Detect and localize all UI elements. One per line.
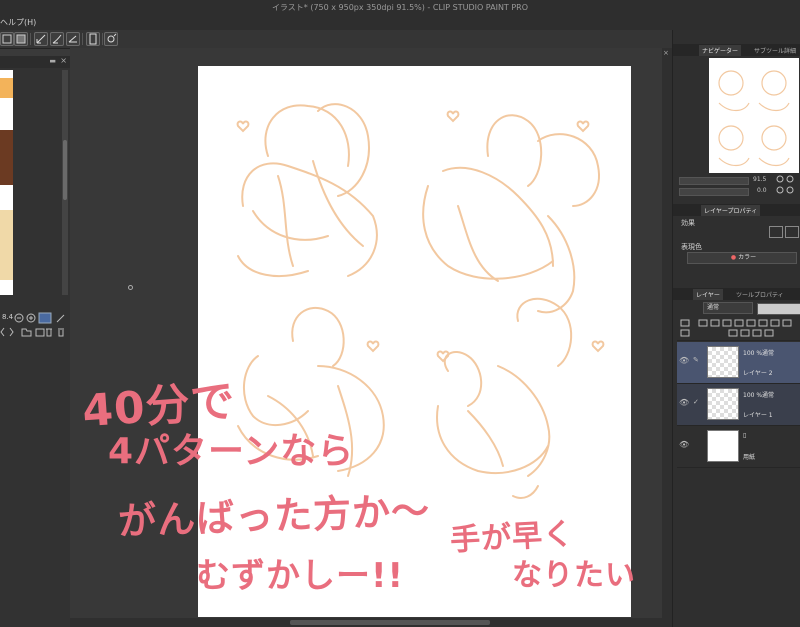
layer-row-2[interactable]: 👁 ✎ 100 %通常 レイヤー 2 — [677, 342, 800, 384]
close-icon[interactable]: × — [663, 49, 669, 57]
title-bar: イラスト* (750 x 950px 350dpi 91.5%) - CLIP … — [0, 0, 800, 16]
effect-buttons[interactable] — [769, 226, 799, 238]
left-panel-zoom-row: 8.4 — [0, 310, 70, 326]
square-filled-icon[interactable] — [14, 32, 28, 46]
layers-tabbar: レイヤー ツールプロパティ — [673, 288, 800, 300]
minimize-icon[interactable]: ▬ — [49, 57, 56, 65]
left-panel-header: ▬ × — [0, 56, 70, 68]
layer-name: 用紙 — [743, 454, 756, 461]
menu-bar: ヘルプ(H) — [0, 16, 800, 30]
blend-mode-select[interactable]: 通常 — [703, 302, 753, 314]
command-bar — [0, 30, 680, 49]
device-icon[interactable] — [86, 32, 100, 46]
navigator-rotate: 0.0 — [757, 187, 767, 194]
tab-layer-property[interactable]: レイヤープロパティ — [701, 205, 761, 216]
caption-line-2: 4パターンなら — [108, 431, 355, 472]
zoom-value: 8.4 — [2, 313, 14, 321]
square-icon[interactable] — [0, 32, 14, 46]
color-label: 表現色 — [681, 243, 702, 251]
palette-icon: ● — [730, 254, 737, 261]
tab-navigator[interactable]: ナビゲーター — [699, 45, 742, 56]
canvas-horizontal-scrollbar[interactable] — [70, 618, 672, 627]
layer-mode: 100 %通常 — [743, 350, 775, 357]
tab-sub-tool-detail[interactable]: サブツール詳細 — [751, 45, 799, 56]
layer-row-1[interactable]: 👁 ✓ 100 %通常 レイヤー 1 — [677, 384, 800, 426]
layer-thumbnail — [707, 346, 739, 378]
layer-property-tabbar: レイヤープロパティ — [673, 204, 800, 216]
material-preview — [0, 70, 13, 295]
window-title: イラスト* (750 x 950px 350dpi 91.5%) - CLIP … — [271, 3, 529, 12]
caption-line-4: むずかしー!! — [196, 556, 405, 596]
layer-toolbar — [677, 316, 800, 341]
rotate-slider[interactable] — [679, 188, 749, 196]
layer-mode: 100 %通常 — [743, 392, 775, 399]
ruler-icon[interactable] — [66, 32, 80, 46]
toolbar-divider — [102, 33, 103, 45]
toolbar-divider — [82, 33, 83, 45]
left-panel-scrollbar[interactable] — [62, 70, 68, 295]
menu-help[interactable]: ヘルプ(H) — [0, 17, 36, 28]
cursor-indicator — [128, 285, 133, 290]
settings-icon[interactable] — [104, 32, 118, 46]
caption-right-2: なりたい — [512, 558, 636, 593]
eye-icon[interactable]: 👁 — [679, 440, 689, 449]
color-select[interactable]: ● カラー — [687, 252, 797, 264]
opacity-slider[interactable] — [757, 303, 800, 315]
layer-thumbnail — [707, 430, 739, 462]
canvas-vertical-scrollbar[interactable]: × — [662, 48, 672, 618]
layer-name: レイヤー 1 — [743, 412, 773, 419]
layer-name: レイヤー 2 — [743, 370, 773, 377]
tab-layers[interactable]: レイヤー — [693, 289, 723, 300]
zoom-slider[interactable] — [679, 177, 749, 185]
navigator-preview[interactable] — [709, 58, 799, 173]
check-icon: ✓ — [693, 398, 699, 406]
layer-thumbnail — [707, 388, 739, 420]
navigator-tabbar: ナビゲーター サブツール詳細 — [673, 44, 800, 56]
navigator-controls: 91.5 0.0 — [679, 175, 799, 207]
eye-icon[interactable]: 👁 — [679, 356, 689, 365]
navigator-buttons[interactable] — [775, 175, 799, 197]
paper-icon: ▯ — [743, 432, 747, 439]
brush-stroke-icon[interactable] — [50, 32, 64, 46]
layer-row-paper[interactable]: 👁 ▯ 用紙 — [677, 426, 800, 468]
pen-stroke-icon[interactable] — [34, 32, 48, 46]
eye-icon[interactable]: 👁 — [679, 398, 689, 407]
toolbar-divider — [30, 33, 31, 45]
caption-line-3: がんばった方か～ — [117, 488, 431, 544]
right-panel: ナビゲーター サブツール詳細 91.5 0.0 レイヤープロパティ 効果 表現色… — [672, 30, 800, 627]
navigator-zoom: 91.5 — [753, 176, 767, 183]
effect-label: 効果 — [681, 219, 695, 227]
close-icon[interactable]: × — [60, 56, 67, 65]
left-panel-buttons[interactable] — [0, 326, 70, 338]
tab-tool-property[interactable]: ツールプロパティ — [733, 289, 787, 300]
pen-icon: ✎ — [693, 356, 699, 364]
